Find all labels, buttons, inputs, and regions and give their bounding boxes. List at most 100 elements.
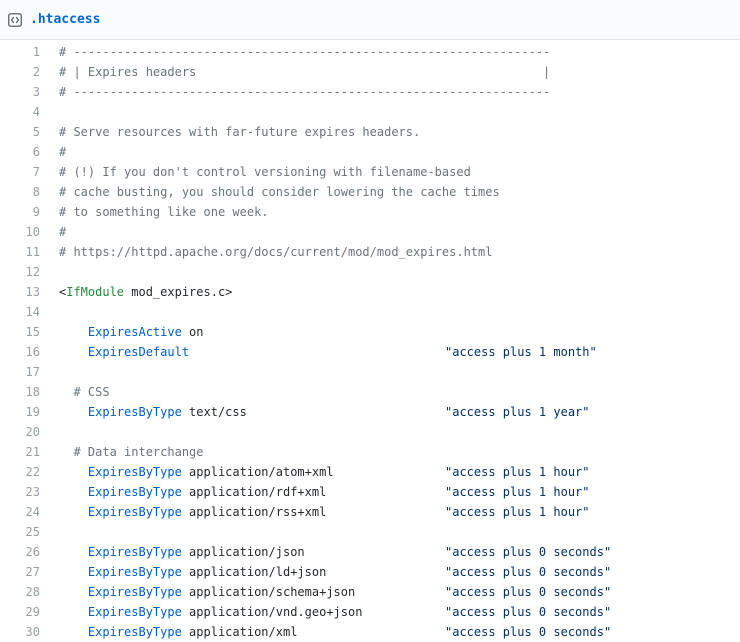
- code-line: 15 ExpiresActive on: [0, 322, 740, 342]
- code-text: application/xml: [181, 625, 298, 639]
- line-number[interactable]: 5: [0, 125, 40, 139]
- code-content: #: [40, 225, 740, 239]
- line-number[interactable]: 10: [0, 225, 40, 239]
- code-comment: # (!) If you don't control versioning wi…: [59, 165, 471, 179]
- line-number[interactable]: 6: [0, 145, 40, 159]
- code-line: 29 ExpiresByType application/vnd.geo+jso…: [0, 602, 740, 622]
- code-line: 13 <IfModule mod_expires.c>: [0, 282, 740, 302]
- line-number[interactable]: 4: [0, 105, 40, 119]
- code-content: ExpiresDefault "access plus 1 month": [40, 345, 740, 359]
- code-directive: ExpiresActive: [87, 325, 182, 339]
- code-line: 11 # https://httpd.apache.org/docs/curren…: [0, 242, 740, 262]
- line-number[interactable]: 15: [0, 325, 40, 339]
- code-line: 23 ExpiresByType application/rdf+xml "acc…: [0, 482, 740, 502]
- file-header: .htaccess: [0, 0, 740, 40]
- code-text: mod_expires.c>: [124, 285, 233, 299]
- line-number[interactable]: 22: [0, 465, 40, 479]
- line-number[interactable]: 23: [0, 485, 40, 499]
- line-number[interactable]: 24: [0, 505, 40, 519]
- line-number[interactable]: 11: [0, 245, 40, 259]
- code-content: ExpiresByType application/rss+xml "access…: [40, 505, 740, 519]
- line-number[interactable]: 13: [0, 285, 40, 299]
- code-line: 6 #: [0, 142, 740, 162]
- code-line: 5 # Serve resources with far-future expir…: [0, 122, 740, 142]
- code-tag: IfModule: [66, 285, 125, 299]
- code-line: 27 ExpiresByType application/ld+json "acc…: [0, 562, 740, 582]
- line-number[interactable]: 21: [0, 445, 40, 459]
- line-number[interactable]: 8: [0, 185, 40, 199]
- line-number[interactable]: 19: [0, 405, 40, 419]
- line-number[interactable]: 30: [0, 625, 40, 639]
- code-text: application/rss+xml: [181, 505, 327, 519]
- code-text: application/json: [181, 545, 305, 559]
- code-line: 1 # -------------------------------------…: [0, 42, 740, 62]
- code-string: "access plus 0 seconds": [445, 625, 612, 639]
- line-number[interactable]: 25: [0, 525, 40, 539]
- line-number[interactable]: 20: [0, 425, 40, 439]
- code-content: ExpiresByType application/xml "access plu…: [40, 625, 740, 639]
- line-number[interactable]: 12: [0, 265, 40, 279]
- code-content: ExpiresByType application/json "access pl…: [40, 545, 740, 559]
- code-content: ExpiresByType application/atom+xml "acces…: [40, 465, 740, 479]
- code-text: application/vnd.geo+json: [181, 605, 363, 619]
- code-content: # https://httpd.apache.org/docs/current/…: [40, 245, 740, 259]
- code-directive: ExpiresByType: [87, 485, 182, 499]
- line-number[interactable]: 26: [0, 545, 40, 559]
- code-line: 26 ExpiresByType application/json "access…: [0, 542, 740, 562]
- code-content: # Serve resources with far-future expire…: [40, 125, 740, 139]
- code-directive: ExpiresByType: [87, 605, 182, 619]
- code-directive: ExpiresByType: [87, 465, 182, 479]
- line-number[interactable]: 27: [0, 565, 40, 579]
- code-view: 1 # -------------------------------------…: [0, 40, 740, 642]
- code-line: 12: [0, 262, 740, 282]
- code-comment: # --------------------------------------…: [59, 45, 551, 59]
- code-line: 16 ExpiresDefault "access plus 1 month": [0, 342, 740, 362]
- line-number[interactable]: 1: [0, 45, 40, 59]
- code-directive: ExpiresByType: [87, 505, 182, 519]
- code-string: "access plus 0 seconds": [445, 605, 612, 619]
- line-number[interactable]: 16: [0, 345, 40, 359]
- code-file-icon: [8, 12, 22, 27]
- code-string: "access plus 1 month": [445, 345, 597, 359]
- code-content: ExpiresByType application/rdf+xml "access…: [40, 485, 740, 499]
- line-number[interactable]: 29: [0, 605, 40, 619]
- line-number[interactable]: 17: [0, 365, 40, 379]
- file-name-link[interactable]: .htaccess: [30, 12, 100, 27]
- line-number[interactable]: 9: [0, 205, 40, 219]
- code-directive: ExpiresByType: [87, 585, 182, 599]
- code-line: 2 # | Expires headers |: [0, 62, 740, 82]
- code-comment: # to something like one week.: [59, 205, 269, 219]
- code-comment: # CSS: [73, 385, 110, 399]
- code-content: # | Expires headers |: [40, 65, 740, 79]
- line-number[interactable]: 18: [0, 385, 40, 399]
- code-content: #: [40, 145, 740, 159]
- code-content: ExpiresByType application/ld+json "access…: [40, 565, 740, 579]
- code-line: 19 ExpiresByType text/css "access plus 1 …: [0, 402, 740, 422]
- line-number[interactable]: 7: [0, 165, 40, 179]
- line-number[interactable]: 28: [0, 585, 40, 599]
- code-string: "access plus 0 seconds": [445, 565, 612, 579]
- code-text: text/css: [181, 405, 247, 419]
- code-content: # Data interchange: [40, 445, 740, 459]
- code-string: "access plus 0 seconds": [445, 545, 612, 559]
- code-line: 9 # to something like one week.: [0, 202, 740, 222]
- code-comment: # cache busting, you should consider low…: [59, 185, 500, 199]
- code-line: 25: [0, 522, 740, 542]
- code-line: 21 # Data interchange: [0, 442, 740, 462]
- code-content: ExpiresByType application/vnd.geo+json "a…: [40, 605, 740, 619]
- line-number[interactable]: 2: [0, 65, 40, 79]
- code-comment: #: [59, 145, 67, 159]
- code-comment: # | Expires headers |: [59, 65, 551, 79]
- line-number[interactable]: 14: [0, 305, 40, 319]
- code-directive: ExpiresByType: [87, 565, 182, 579]
- code-directive: ExpiresByType: [87, 405, 182, 419]
- line-number[interactable]: 3: [0, 85, 40, 99]
- code-string: "access plus 1 hour": [445, 485, 590, 499]
